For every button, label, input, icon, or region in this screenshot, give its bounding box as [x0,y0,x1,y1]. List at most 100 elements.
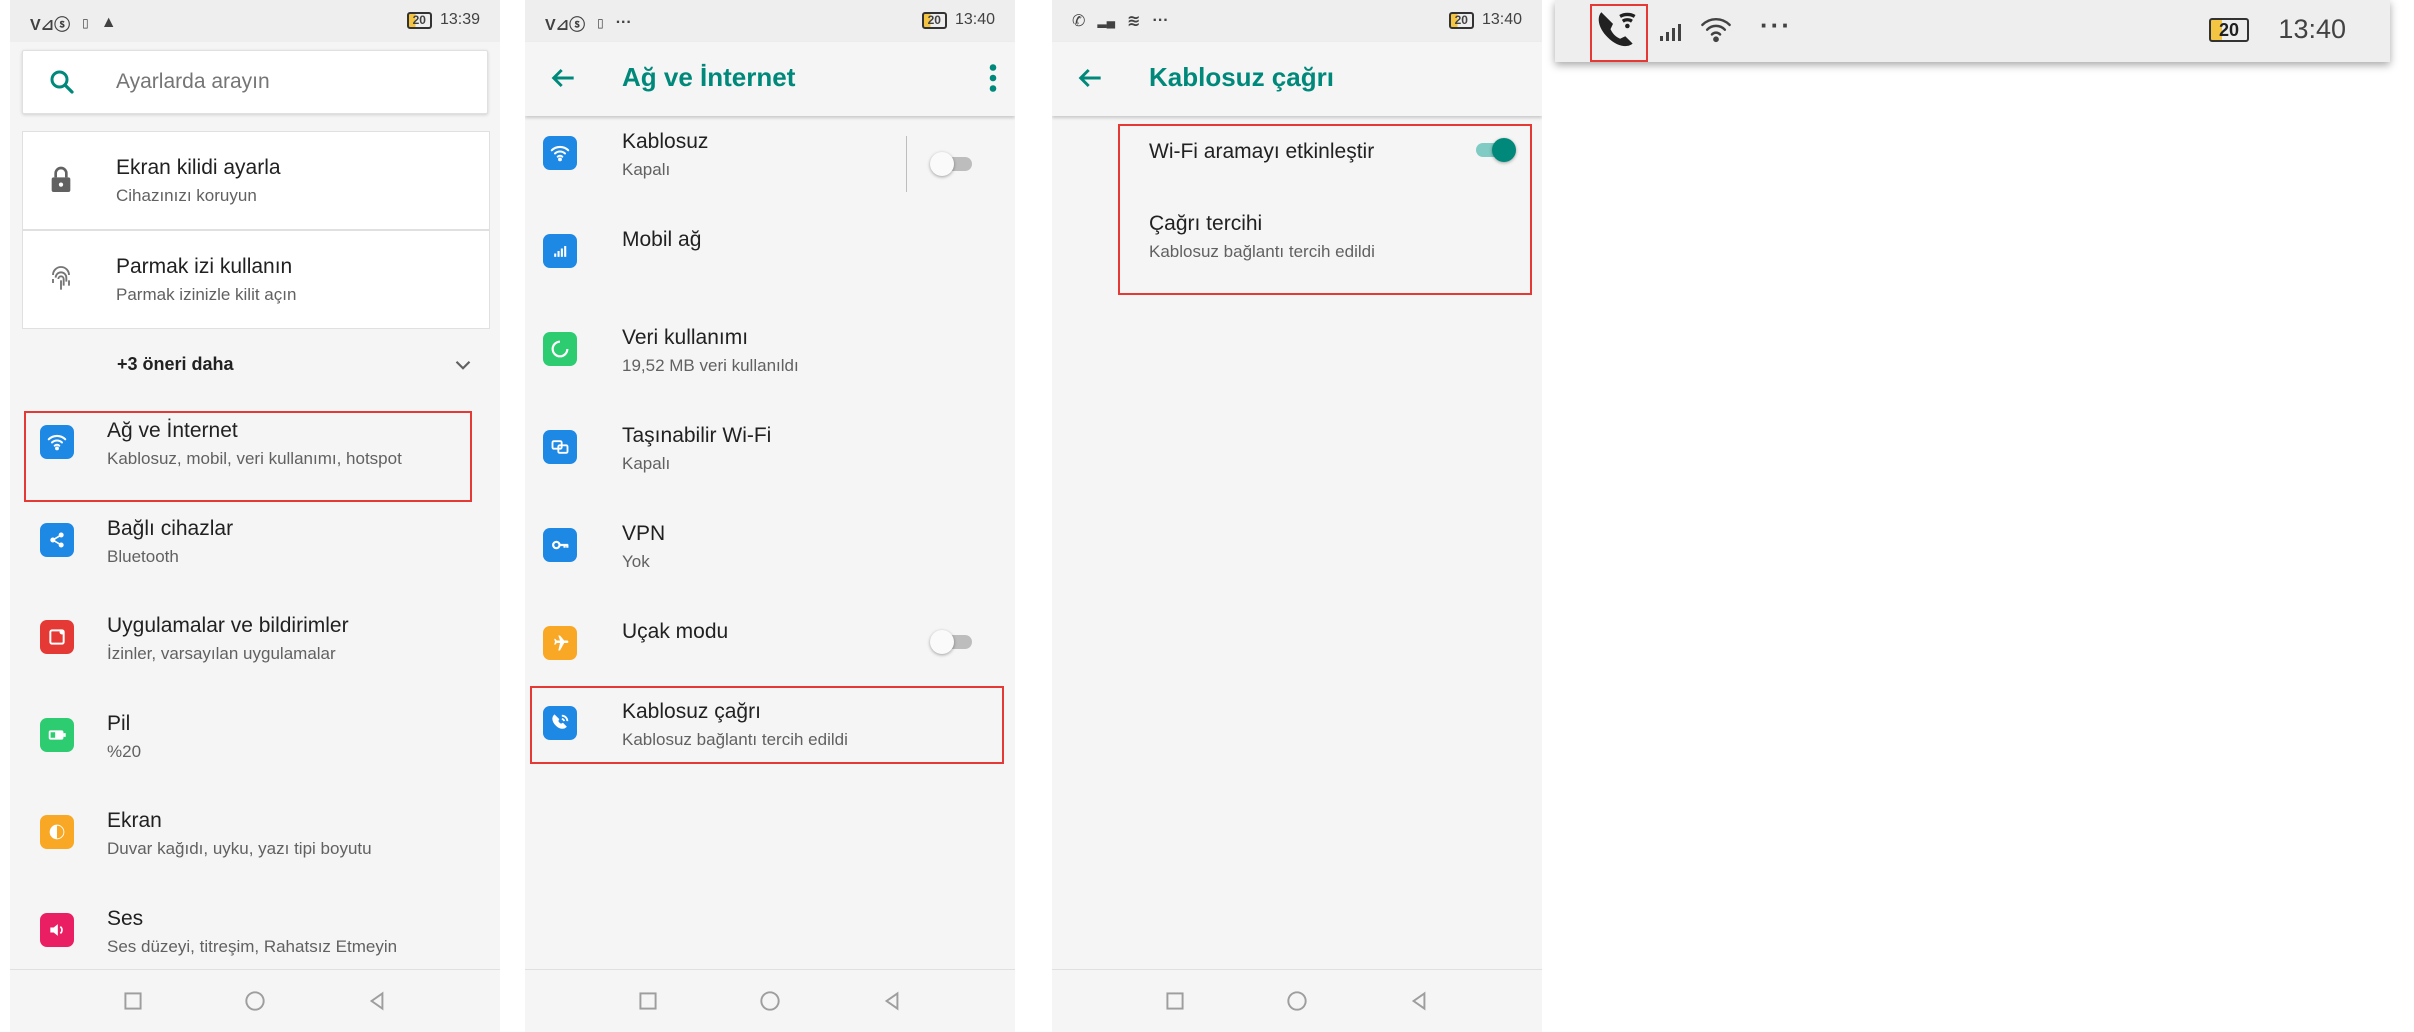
battery-icon [40,718,74,752]
settings-item-network[interactable]: Ağ ve İnternet Kablosuz, mobil, veri kul… [10,405,500,501]
search-icon [50,70,74,94]
lock-icon [51,166,71,192]
item-title: Kablosuz çağrı [622,700,761,723]
navigation-bar [1052,969,1542,1032]
search-bar[interactable]: Ayarlarda arayın [22,50,488,114]
settings-item-battery[interactable]: Pil %20 [10,698,500,794]
recents-icon[interactable] [1162,988,1188,1014]
network-item-vpn[interactable]: VPN Yok [525,508,1015,604]
network-item-wifi[interactable]: Kablosuz Kapalı [525,116,1015,212]
divider [906,136,907,192]
item-title: Taşınabilir Wi-Fi [622,424,772,447]
clock: 13:40 [954,11,995,28]
item-subtitle: Duvar kağıdı, uyku, yazı tipi boyutu [107,839,372,858]
status-bar: V⊿ⓢ ▯ ▲ 20 13:39 [10,0,500,42]
toggle-thumb [1492,138,1516,162]
wifi-icon [543,136,577,170]
share-icon [40,523,74,557]
back-nav-icon[interactable] [364,988,390,1014]
clock: 13:40 [1481,11,1522,28]
item-subtitle: İzinler, varsayılan uygulamalar [107,644,336,663]
wifi-status-icon [1701,18,1731,43]
app-bar: Kablosuz çağrı [1052,42,1542,116]
network-item-wifi-calling[interactable]: Kablosuz çağrı Kablosuz bağlantı tercih … [525,686,1015,782]
item-subtitle: Kapalı [622,454,671,473]
wifi-call-status-icon [1598,12,1636,47]
back-arrow-icon[interactable] [547,62,579,94]
vpn-key-icon [543,528,577,562]
recents-icon[interactable] [635,988,661,1014]
wifi-calling-screen: ✆ ▂▄ ≋ ··· 20 13:40 Kablosuz çağrı Wi-Fi… [1052,0,1542,1032]
back-nav-icon[interactable] [1406,988,1432,1014]
wifi-calling-enable-row[interactable]: Wi-Fi aramayı etkinleştir [1052,126,1542,196]
item-subtitle: %20 [107,742,142,761]
wifi-calling-toggle[interactable] [1470,136,1516,164]
item-title: Pil [107,712,131,735]
wifi-icon [40,425,74,459]
navigation-bar [525,969,1015,1032]
hotspot-icon [543,430,577,464]
suggestion-title: Ekran kilidi ayarla [116,156,281,179]
settings-item-connected-devices[interactable]: Bağlı cihazlar Bluetooth [10,503,500,599]
settings-item-apps[interactable]: Uygulamalar ve bildirimler İzinler, vars… [10,600,500,696]
data-usage-icon [543,332,577,366]
item-subtitle: Yok [622,552,650,571]
wifi-call-icon [543,706,577,740]
call-preference-row[interactable]: Çağrı tercihi Kablosuz bağlantı tercih e… [1052,200,1542,280]
home-icon[interactable] [1284,988,1310,1014]
item-title: Ses [107,907,144,930]
back-nav-icon[interactable] [879,988,905,1014]
chevron-down-icon [455,360,471,370]
item-subtitle: Kablosuz, mobil, veri kullanımı, hotspot [107,449,402,468]
suggestion-screen-lock[interactable]: Ekran kilidi ayarla Cihazınızı koruyun [22,131,490,230]
battery-indicator: 20 [406,11,432,29]
airplane-icon [543,626,577,660]
home-icon[interactable] [757,988,783,1014]
network-item-data-usage[interactable]: Veri kullanımı 19,52 MB veri kullanıldı [525,312,1015,408]
sim-icon: ▯ [82,16,89,30]
carrier-label: V⊿ⓢ [545,17,586,34]
item-title: Uygulamalar ve bildirimler [107,614,349,637]
wifi-call-status-icon: ✆ [1072,13,1086,30]
more-icon: ··· [615,14,632,31]
volume-icon [40,913,74,947]
status-bar: ✆ ▂▄ ≋ ··· 20 13:40 [1052,0,1542,42]
settings-item-display[interactable]: Ekran Duvar kağıdı, uyku, yazı tipi boyu… [10,795,500,891]
airplane-toggle[interactable] [930,628,976,656]
item-subtitle: Kablosuz bağlantı tercih edildi [622,730,848,749]
app-bar: Ağ ve İnternet [525,42,1015,116]
toggle-thumb [930,630,954,654]
suggestion-fingerprint[interactable]: Parmak izi kullanın Parmak izinizle kili… [22,230,490,329]
home-icon[interactable] [242,988,268,1014]
overflow-menu-icon[interactable] [985,60,1001,96]
settings-screen: V⊿ⓢ ▯ ▲ 20 13:39 Ayarlarda arayın Ekran … [10,0,500,1032]
network-item-mobile[interactable]: Mobil ağ [525,214,1015,310]
wifi-toggle[interactable] [930,150,976,178]
item-title: Kablosuz [622,130,709,153]
more-suggestions-row[interactable]: +3 öneri daha [22,330,488,402]
item-title: Veri kullanımı [622,326,749,349]
search-placeholder: Ayarlarda arayın [116,70,270,93]
status-bar: V⊿ⓢ ▯ ··· 20 13:40 [525,0,1015,42]
clock: 13:39 [439,11,480,28]
battery-indicator: 20 [1448,11,1474,29]
preference-title: Çağrı tercihi [1149,212,1263,235]
battery-indicator: 20 [2208,18,2249,42]
more-suggestions-label: +3 öneri daha [117,354,234,374]
apps-icon [40,620,74,654]
network-item-hotspot[interactable]: Taşınabilir Wi-Fi Kapalı [525,410,1015,506]
item-title: Ekran [107,809,162,832]
item-subtitle: Ses düzeyi, titreşim, Rahatsız Etmeyin [107,937,398,956]
navigation-bar [10,969,500,1032]
wifi-status-icon: ≋ [1127,13,1141,30]
suggestion-title: Parmak izi kullanın [116,255,293,278]
item-title: Bağlı cihazlar [107,517,234,540]
brightness-icon [40,815,74,849]
back-arrow-icon[interactable] [1074,62,1106,94]
item-subtitle: 19,52 MB veri kullanıldı [622,356,799,375]
battery-indicator: 20 [921,11,947,29]
enable-label: Wi-Fi aramayı etkinleştir [1149,140,1375,163]
item-subtitle: Bluetooth [107,547,179,566]
preference-subtitle: Kablosuz bağlantı tercih edildi [1149,242,1375,261]
recents-icon[interactable] [120,988,146,1014]
